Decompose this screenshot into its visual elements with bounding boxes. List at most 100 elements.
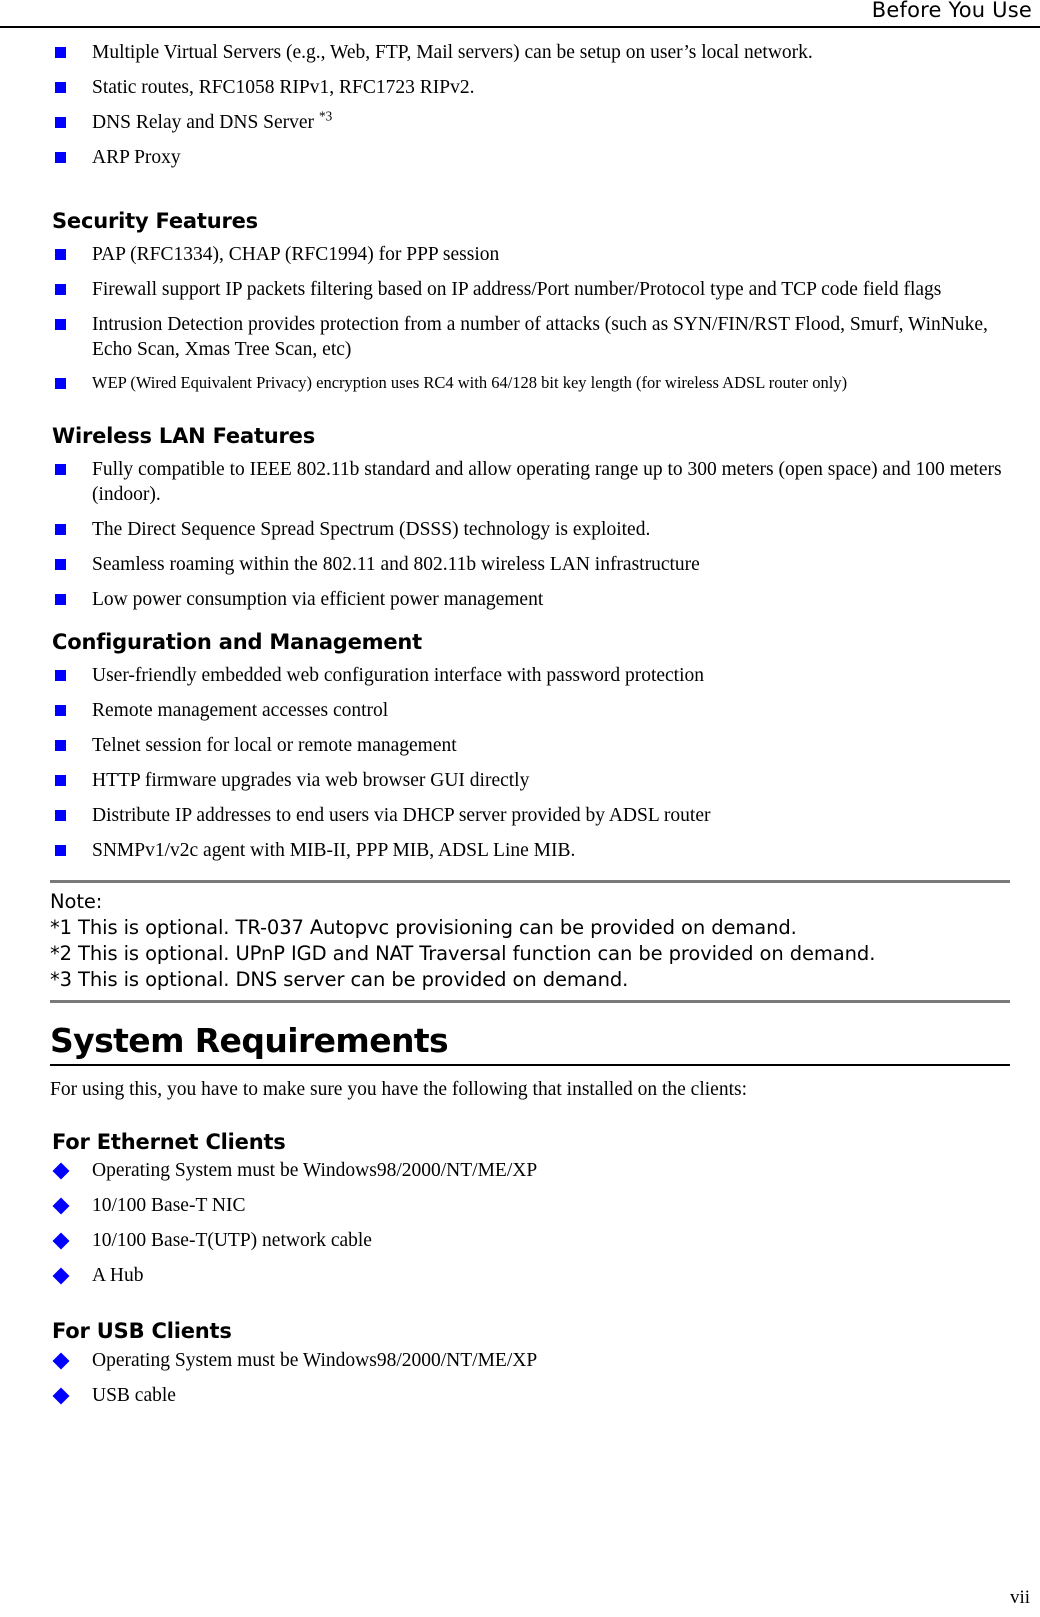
header-title: Before You Use — [871, 0, 1032, 22]
square-bullet-icon — [55, 47, 66, 58]
configuration-bullet-group: User-friendly embedded web configuration… — [0, 663, 1040, 873]
section-heading-usb-clients: For USB Clients — [52, 1319, 232, 1343]
list-item: Intrusion Detection provides protection … — [0, 312, 992, 362]
list-item: ARP Proxy — [0, 145, 1040, 170]
list-item: DNS Relay and DNS Server *3 — [0, 108, 1040, 135]
list-item: Firewall support IP packets filtering ba… — [0, 277, 1040, 302]
page-header: Before You Use — [0, 0, 1040, 34]
list-item: Fully compatible to IEEE 802.11b standar… — [0, 457, 1007, 507]
usb-bullet-list: Operating System must be Windows98/2000/… — [0, 1348, 1040, 1408]
system-requirements-title-block: System Requirements — [50, 1022, 1010, 1066]
list-item-text: A Hub — [92, 1265, 144, 1286]
page-title: System Requirements — [50, 1022, 1010, 1066]
diamond-bullet-icon — [52, 1267, 70, 1285]
list-item: 10/100 Base-T NIC — [0, 1193, 1040, 1218]
list-item: 10/100 Base-T(UTP) network cable — [0, 1228, 1040, 1253]
square-bullet-icon — [55, 559, 66, 570]
wireless-bullet-group: Fully compatible to IEEE 802.11b standar… — [0, 457, 1040, 622]
wireless-lan-section: Wireless LAN Features — [52, 423, 1012, 449]
intro-bullet-list: Multiple Virtual Servers (e.g., Web, FTP… — [0, 40, 1040, 170]
square-bullet-icon — [55, 152, 66, 163]
list-item-text: Telnet session for local or remote manag… — [92, 735, 457, 756]
diamond-bullet-icon — [52, 1387, 70, 1405]
list-item-text: 10/100 Base-T NIC — [92, 1195, 246, 1216]
security-features-section: Security Features — [52, 208, 1012, 234]
document-page: Before You Use Multiple Virtual Servers … — [0, 0, 1040, 1617]
configuration-section: Configuration and Management — [52, 629, 1012, 655]
ethernet-bullet-group: Operating System must be Windows98/2000/… — [0, 1158, 1040, 1298]
header-rule — [0, 26, 1040, 28]
list-item: Operating System must be Windows98/2000/… — [0, 1348, 1040, 1373]
ethernet-bullet-list: Operating System must be Windows98/2000/… — [0, 1158, 1040, 1288]
list-item-text: Operating System must be Windows98/2000/… — [92, 1350, 538, 1371]
square-bullet-icon — [55, 117, 66, 128]
intro-bullet-group: Multiple Virtual Servers (e.g., Web, FTP… — [0, 40, 1040, 180]
square-bullet-icon — [55, 775, 66, 786]
note-label: Note: — [50, 890, 103, 913]
list-item-text: HTTP firmware upgrades via web browser G… — [92, 770, 530, 791]
list-item-text: Seamless roaming within the 802.11 and 8… — [92, 554, 700, 575]
diamond-bullet-icon — [52, 1352, 70, 1370]
list-item-text: Static routes, RFC1058 RIPv1, RFC1723 RI… — [92, 77, 475, 98]
square-bullet-icon — [55, 705, 66, 716]
square-bullet-icon — [55, 594, 66, 605]
list-item-text: The Direct Sequence Spread Spectrum (DSS… — [92, 519, 651, 540]
list-item: SNMPv1/v2c agent with MIB-II, PPP MIB, A… — [0, 838, 1040, 863]
square-bullet-icon — [55, 810, 66, 821]
list-item: PAP (RFC1334), CHAP (RFC1994) for PPP se… — [0, 242, 1040, 267]
list-item: A Hub — [0, 1263, 1040, 1288]
footnote-marker: *3 — [318, 108, 333, 124]
note-line: *1 This is optional. TR-037 Autopvc prov… — [50, 916, 797, 939]
list-item-text: ARP Proxy — [92, 147, 181, 168]
list-item-text: SNMPv1/v2c agent with MIB-II, PPP MIB, A… — [92, 840, 576, 861]
security-bullet-list: PAP (RFC1334), CHAP (RFC1994) for PPP se… — [0, 242, 1040, 394]
list-item-text: PAP (RFC1334), CHAP (RFC1994) for PPP se… — [92, 244, 500, 265]
note-box: Note: *1 This is optional. TR-037 Autopv… — [50, 880, 1010, 1003]
square-bullet-icon — [55, 740, 66, 751]
note-line: *2 This is optional. UPnP IGD and NAT Tr… — [50, 942, 876, 965]
wireless-bullet-list: Fully compatible to IEEE 802.11b standar… — [0, 457, 1040, 612]
list-item: Distribute IP addresses to end users via… — [0, 803, 1040, 828]
square-bullet-icon — [55, 319, 66, 330]
list-item: WEP (Wired Equivalent Privacy) encryptio… — [0, 372, 1040, 394]
list-item-text: Low power consumption via efficient powe… — [92, 589, 544, 610]
diamond-bullet-icon — [52, 1197, 70, 1215]
intro-paragraph: For using this, you have to make sure yo… — [50, 1079, 748, 1100]
list-item: Seamless roaming within the 802.11 and 8… — [0, 552, 1040, 577]
section-heading-configuration: Configuration and Management — [52, 630, 423, 654]
section-heading-ethernet-clients: For Ethernet Clients — [52, 1130, 286, 1154]
square-bullet-icon — [55, 524, 66, 535]
list-item-text: WEP (Wired Equivalent Privacy) encryptio… — [92, 373, 848, 392]
list-item-text: Distribute IP addresses to end users via… — [92, 805, 711, 826]
section-heading-security: Security Features — [52, 209, 258, 233]
section-heading-wireless: Wireless LAN Features — [52, 424, 316, 448]
diamond-bullet-icon — [52, 1162, 70, 1180]
square-bullet-icon — [55, 845, 66, 856]
list-item: The Direct Sequence Spread Spectrum (DSS… — [0, 517, 1040, 542]
system-requirements-intro-block: For using this, you have to make sure yo… — [50, 1077, 1010, 1102]
list-item: Telnet session for local or remote manag… — [0, 733, 1040, 758]
page-number: vii — [1009, 1587, 1030, 1608]
list-item-text: 10/100 Base-T(UTP) network cable — [92, 1230, 372, 1251]
security-bullet-group: PAP (RFC1334), CHAP (RFC1994) for PPP se… — [0, 242, 1040, 404]
square-bullet-icon — [55, 82, 66, 93]
list-item: USB cable — [0, 1383, 1040, 1408]
list-item-text: User-friendly embedded web configuration… — [92, 665, 705, 686]
list-item-text: Intrusion Detection provides protection … — [92, 314, 988, 360]
square-bullet-icon — [55, 464, 66, 475]
square-bullet-icon — [55, 284, 66, 295]
ethernet-clients-section: For Ethernet Clients — [52, 1129, 1012, 1155]
list-item: Static routes, RFC1058 RIPv1, RFC1723 RI… — [0, 75, 1040, 100]
list-item: Low power consumption via efficient powe… — [0, 587, 1040, 612]
list-item-text: Fully compatible to IEEE 802.11b standar… — [92, 459, 1002, 505]
list-item: Multiple Virtual Servers (e.g., Web, FTP… — [0, 40, 1040, 65]
list-item: User-friendly embedded web configuration… — [0, 663, 1040, 688]
list-item-text: USB cable — [92, 1385, 176, 1406]
list-item-text: Firewall support IP packets filtering ba… — [92, 279, 942, 300]
note-line: *3 This is optional. DNS server can be p… — [50, 968, 629, 991]
list-item-text: Operating System must be Windows98/2000/… — [92, 1160, 538, 1181]
list-item-text: Multiple Virtual Servers (e.g., Web, FTP… — [92, 42, 813, 63]
usb-bullet-group: Operating System must be Windows98/2000/… — [0, 1348, 1040, 1418]
list-item: Operating System must be Windows98/2000/… — [0, 1158, 1040, 1183]
configuration-bullet-list: User-friendly embedded web configuration… — [0, 663, 1040, 863]
